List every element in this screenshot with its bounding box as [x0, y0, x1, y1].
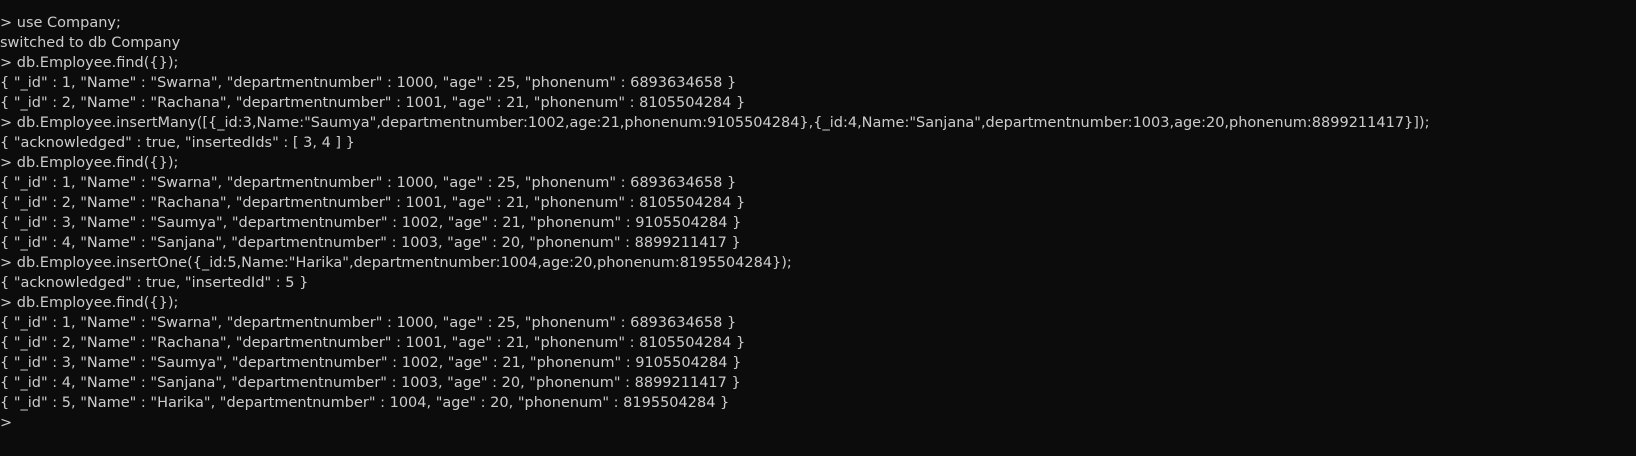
terminal-line: > db.Employee.find({}); — [0, 155, 179, 171]
terminal-line: { "_id" : 1, "Name" : "Swarna", "departm… — [0, 75, 737, 91]
terminal-prompt[interactable]: > — [0, 413, 1636, 433]
terminal-line: > db.Employee.insertMany([{_id:3,Name:"S… — [0, 115, 1430, 131]
terminal-line: { "_id" : 3, "Name" : "Saumya", "departm… — [0, 355, 742, 371]
terminal-line: > db.Employee.find({}); — [0, 295, 179, 311]
terminal-line: { "_id" : 1, "Name" : "Swarna", "departm… — [0, 175, 737, 191]
terminal-line: switched to db Company — [0, 35, 181, 51]
terminal-line: { "_id" : 2, "Name" : "Rachana", "depart… — [0, 95, 746, 111]
terminal-line: { "acknowledged" : true, "insertedId" : … — [0, 275, 309, 291]
terminal-line: { "_id" : 1, "Name" : "Swarna", "departm… — [0, 315, 737, 331]
terminal-window[interactable]: > use Company; switched to db Company > db… — [0, 0, 1636, 456]
terminal-line: { "_id" : 4, "Name" : "Sanjana", "depart… — [0, 375, 741, 391]
terminal-output: > use Company; switched to db Company > db… — [0, 13, 1636, 413]
terminal-line: { "_id" : 3, "Name" : "Saumya", "departm… — [0, 215, 742, 231]
terminal-line: { "_id" : 2, "Name" : "Rachana", "depart… — [0, 195, 746, 211]
terminal-line: { "acknowledged" : true, "insertedIds" :… — [0, 135, 355, 151]
terminal-line: { "_id" : 5, "Name" : "Harika", "departm… — [0, 395, 730, 411]
terminal-line: > db.Employee.insertOne({_id:5,Name:"Har… — [0, 255, 792, 271]
terminal-line: > db.Employee.find({}); — [0, 55, 179, 71]
terminal-line: { "_id" : 4, "Name" : "Sanjana", "depart… — [0, 235, 741, 251]
terminal-line: { "_id" : 2, "Name" : "Rachana", "depart… — [0, 335, 746, 351]
terminal-line: > use Company; — [0, 15, 121, 31]
